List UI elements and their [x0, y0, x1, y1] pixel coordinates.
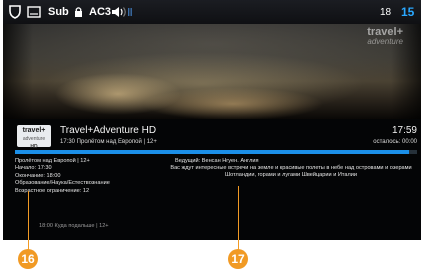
callout-17-line	[238, 186, 239, 251]
next-program: 18:00 Куда подальше | 12+	[39, 223, 109, 229]
detail-age-rating: Возрастное ограничение: 12	[15, 187, 90, 194]
shield-icon	[9, 4, 21, 20]
detail-start: Начало: 17:30	[15, 165, 52, 172]
detail-title: Пролётом над Европой | 12+	[15, 158, 90, 164]
channel-logo: travel+ adventure HD	[17, 125, 51, 150]
clock: 17:59	[391, 125, 417, 136]
callout-17-badge: 17	[228, 249, 248, 269]
current-program: 17:30 Пролётом над Европой | 12+	[60, 139, 157, 145]
channel-name: Travel+Adventure HD	[60, 125, 157, 136]
watermark-line1: travel+	[367, 26, 403, 38]
volume-icon	[111, 4, 133, 20]
program-progress-fill	[15, 150, 409, 154]
tv-screen: Sub AC3 18 15 travel+ adventure travel+ …	[3, 0, 421, 240]
audio-format-label: AC3	[89, 6, 112, 18]
sub-label: Sub	[48, 6, 69, 18]
callout-16-line	[28, 191, 29, 251]
status-bar: Sub AC3 18 15	[3, 0, 421, 24]
detail-end: Окончание: 18:00	[15, 172, 61, 179]
video-preview: travel+ adventure	[3, 24, 421, 119]
channel-logo-line2: adventure	[22, 136, 46, 142]
channel-watermark: travel+ adventure	[367, 26, 403, 47]
program-progress-bar	[15, 150, 417, 154]
watermark-line2: adventure	[367, 37, 403, 46]
video-vignette-left	[3, 24, 33, 119]
time-remaining: осталось: 00:00	[373, 139, 417, 145]
lock-icon	[74, 4, 83, 20]
program-description: Вас ждут интересные встречи на земле и к…	[170, 165, 412, 179]
program-details: Пролётом над Европой | 12+ Начало: 17:30…	[15, 158, 110, 195]
callout-16-badge: 16	[18, 249, 38, 269]
detail-genre: Образование/Наука/Естествознание	[15, 180, 110, 187]
info-banner: travel+ adventure HD Travel+Adventure HD…	[3, 119, 421, 240]
channel-number: 15	[401, 5, 415, 19]
channel-label: 18	[380, 6, 392, 18]
subtitle-icon	[27, 4, 41, 20]
channel-logo-line1: travel+	[22, 127, 46, 134]
